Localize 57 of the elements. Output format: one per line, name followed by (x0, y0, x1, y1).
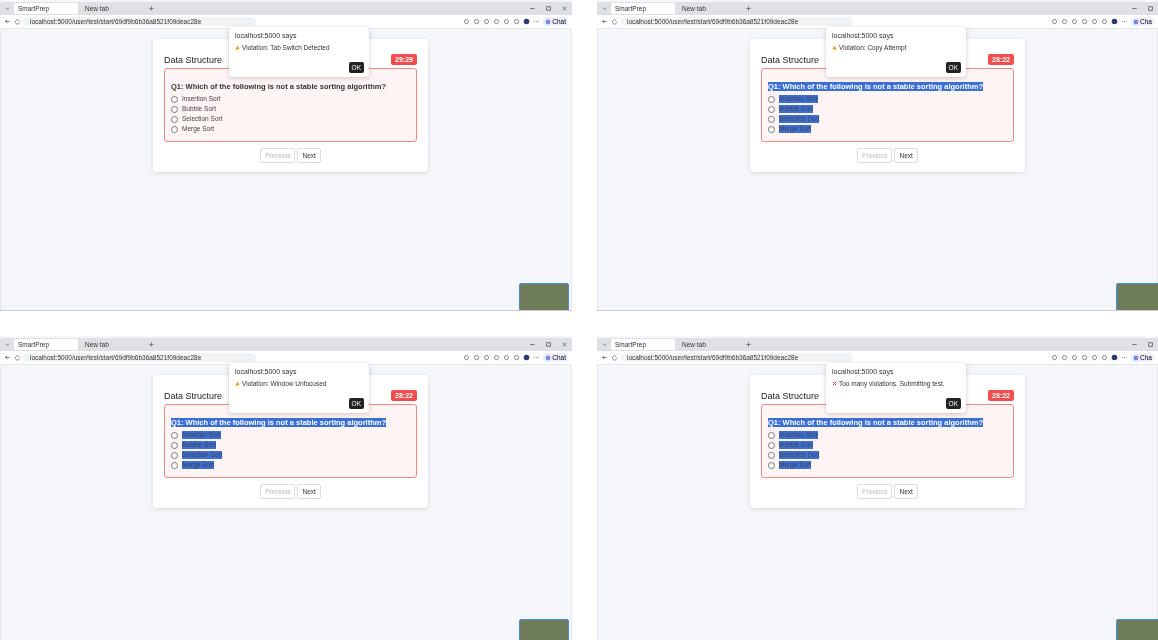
radio-button[interactable] (171, 95, 178, 103)
photo-placeholder (519, 619, 569, 640)
back-icon[interactable] (4, 354, 11, 361)
close-icon[interactable] (561, 5, 568, 12)
reload-icon[interactable] (611, 354, 618, 361)
maximize-icon[interactable] (545, 5, 552, 12)
reload-icon[interactable] (14, 354, 21, 361)
plus-icon[interactable] (148, 5, 155, 12)
reload-icon[interactable] (14, 18, 21, 25)
radio-button[interactable] (768, 95, 775, 103)
radio-button[interactable] (768, 115, 775, 123)
plus-icon[interactable] (745, 341, 752, 348)
maximize-icon[interactable] (545, 341, 552, 348)
chevron-down-icon[interactable] (601, 5, 608, 12)
quiz-title: Data Structure (164, 390, 223, 401)
chat-icon (545, 18, 552, 25)
chat-icon (545, 354, 552, 361)
plus-icon[interactable] (745, 5, 752, 12)
chevron-down-icon[interactable] (4, 5, 11, 12)
radio-button[interactable] (768, 105, 775, 113)
radio-button[interactable] (171, 441, 178, 449)
chat-icon (1133, 18, 1140, 25)
radio-button[interactable] (768, 441, 775, 449)
minimize-icon[interactable] (529, 341, 536, 348)
radio-button[interactable] (171, 125, 178, 133)
avatar-icon[interactable] (1111, 18, 1119, 25)
radio-button[interactable] (768, 125, 775, 133)
radio-button[interactable] (171, 451, 178, 459)
back-icon[interactable] (601, 354, 608, 361)
back-icon[interactable] (601, 18, 608, 25)
avatar-icon[interactable] (523, 354, 531, 361)
chevron-down-icon[interactable] (4, 341, 11, 348)
back-icon[interactable] (4, 18, 11, 25)
radio-button[interactable] (768, 431, 775, 439)
radio-button[interactable] (171, 115, 178, 123)
radio-button[interactable] (171, 461, 178, 469)
radio-button[interactable] (171, 105, 178, 113)
radio-button[interactable] (768, 451, 775, 459)
chat-icon (1133, 354, 1140, 361)
plus-icon[interactable] (148, 341, 155, 348)
close-icon[interactable] (561, 341, 568, 348)
photo-placeholder (1116, 283, 1158, 310)
avatar-icon[interactable] (1111, 354, 1119, 361)
photo-placeholder (519, 283, 569, 310)
maximize-icon[interactable] (1147, 5, 1154, 12)
radio-button[interactable] (768, 461, 775, 469)
maximize-icon[interactable] (1147, 341, 1154, 348)
quiz-title: Data Structure (761, 54, 820, 65)
avatar-icon[interactable] (523, 18, 531, 25)
chevron-down-icon[interactable] (601, 341, 608, 348)
quiz-title: Data Structure (761, 390, 820, 401)
radio-button[interactable] (171, 431, 178, 439)
minimize-icon[interactable] (1131, 341, 1138, 348)
minimize-icon[interactable] (1131, 5, 1138, 12)
reload-icon[interactable] (611, 18, 618, 25)
minimize-icon[interactable] (529, 5, 536, 12)
quiz-title: Data Structure (164, 54, 223, 65)
